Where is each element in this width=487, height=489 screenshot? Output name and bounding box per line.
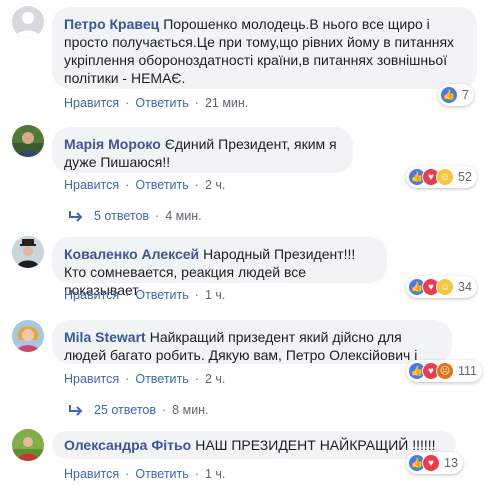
comment-author[interactable]: Mila Stewart — [64, 329, 146, 345]
like-link[interactable]: Нравится — [64, 96, 119, 110]
comment-actions: Нравится · Ответить · 21 мин. — [64, 96, 248, 110]
comment-actions: Нравится · Ответить · 1 ч. — [64, 467, 225, 481]
separator: · — [155, 209, 160, 223]
comment-author[interactable]: Олександра Фітьо — [64, 437, 191, 453]
comment-time[interactable]: 2 ч. — [205, 372, 225, 386]
avatar[interactable] — [12, 125, 44, 157]
replies-time: 8 мин. — [172, 403, 209, 417]
separator: · — [125, 288, 130, 302]
reaction-summary[interactable]: 👍 ♥ ☺ 34 — [406, 276, 477, 298]
reply-arrow-icon — [69, 405, 83, 416]
comment-actions: Нравится · Ответить · 2 ч. — [64, 178, 225, 192]
like-link[interactable]: Нравится — [64, 467, 119, 481]
avatar[interactable] — [12, 6, 44, 38]
like-reaction-icon: 👍 — [440, 86, 458, 104]
avatar[interactable] — [12, 236, 44, 268]
comment-author[interactable]: Марія Мороко — [64, 136, 161, 152]
comment-bubble: Коваленко Алексей Народный Президент!!! К… — [52, 237, 387, 298]
comment-author[interactable]: Коваленко Алексей — [64, 246, 199, 262]
haha-reaction-icon: ☺ — [436, 168, 454, 186]
reaction-summary[interactable]: 👍 ♥ 13 — [406, 452, 463, 474]
reply-link[interactable]: Ответить — [135, 288, 188, 302]
avatar[interactable] — [12, 429, 44, 461]
reaction-summary[interactable]: 👍 ♥ ☺ 52 — [406, 166, 477, 188]
separator: · — [125, 372, 130, 386]
separator: · — [194, 372, 199, 386]
reply-link[interactable]: Ответить — [135, 467, 188, 481]
comment-actions: Нравится · Ответить · 1 ч. — [64, 288, 225, 302]
reply-link[interactable]: Ответить — [135, 178, 188, 192]
comment-bubble: Олександра Фітьо НАШ ПРЕЗИДЕНТ НАЙКРАЩИЙ … — [52, 431, 456, 459]
separator: · — [194, 96, 199, 110]
comment-time[interactable]: 21 мин. — [205, 96, 248, 110]
view-replies-link[interactable]: 25 ответов · 8 мин. — [68, 403, 209, 417]
view-replies-link[interactable]: 5 ответов · 4 мин. — [68, 209, 202, 223]
comment-actions: Нравится · Ответить · 2 ч. — [64, 372, 225, 386]
reply-link[interactable]: Ответить — [135, 372, 188, 386]
separator: · — [194, 288, 199, 302]
reaction-count: 111 — [458, 364, 478, 378]
separator: · — [125, 467, 130, 481]
comment-time[interactable]: 1 ч. — [205, 288, 225, 302]
angry-reaction-icon: ☹ — [436, 362, 454, 380]
separator: · — [194, 467, 199, 481]
comment-author[interactable]: Петро Кравец — [64, 16, 159, 32]
reaction-count: 34 — [458, 280, 472, 294]
reaction-summary[interactable]: 👍 7 — [438, 84, 474, 106]
replies-time: 4 мин. — [165, 209, 202, 223]
reaction-count: 7 — [462, 88, 469, 102]
separator: · — [125, 96, 130, 110]
comment-bubble: Марія Мороко Єдиний Президент, яким я дуж… — [52, 127, 353, 173]
reaction-count: 13 — [444, 456, 458, 470]
avatar[interactable] — [12, 320, 44, 352]
comment-time[interactable]: 1 ч. — [205, 467, 225, 481]
reaction-summary[interactable]: 👍 ♥ ☹ 111 — [406, 360, 483, 382]
reaction-count: 52 — [458, 170, 472, 184]
like-link[interactable]: Нравится — [64, 372, 119, 386]
separator: · — [194, 178, 199, 192]
replies-count[interactable]: 5 ответов — [94, 209, 149, 223]
reply-link[interactable]: Ответить — [135, 96, 188, 110]
comment-time[interactable]: 2 ч. — [205, 178, 225, 192]
separator: · — [162, 403, 167, 417]
comment-text: НАШ ПРЕЗИДЕНТ НАЙКРАЩИЙ !!!!!! — [195, 437, 436, 453]
love-reaction-icon: ♥ — [422, 454, 440, 472]
reply-arrow-icon — [69, 211, 83, 222]
haha-reaction-icon: ☺ — [436, 278, 454, 296]
separator: · — [125, 178, 130, 192]
like-link[interactable]: Нравится — [64, 288, 119, 302]
comment-bubble: Mila Stewart Найкращий призедент який дій… — [52, 320, 452, 364]
comment-bubble: Петро Кравец Порошенко молодець.В нього в… — [52, 7, 477, 89]
replies-count[interactable]: 25 ответов — [94, 403, 156, 417]
like-link[interactable]: Нравится — [64, 178, 119, 192]
